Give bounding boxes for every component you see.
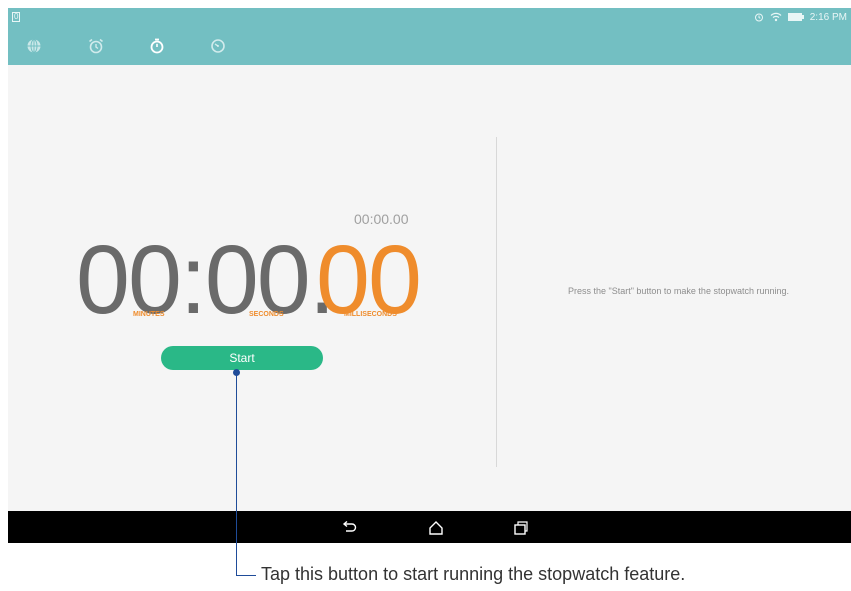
back-icon[interactable] (339, 519, 359, 537)
top-bar: 0 2:16 PM (8, 8, 851, 65)
wifi-icon (770, 12, 782, 22)
tablet-screen: 0 2:16 PM 00:00.00 00:00. 00 MINUTES SEC… (8, 8, 851, 543)
stopwatch-icon (148, 37, 166, 60)
tab-timer[interactable] (209, 36, 270, 60)
callout-text: Tap this button to start running the sto… (261, 564, 686, 584)
instruction-text: Press the "Start" button to make the sto… (567, 286, 789, 296)
tab-stopwatch[interactable] (148, 36, 209, 60)
stopwatch-panel: 00:00.00 00:00. 00 MINUTES SECONDS MILLI… (8, 65, 851, 511)
notification-badge: 0 (12, 12, 21, 22)
globe-icon (26, 38, 42, 59)
seconds-label: SECONDS (249, 311, 284, 318)
recent-apps-icon[interactable] (511, 519, 531, 537)
timer-icon (209, 37, 227, 60)
alarm-clock-icon (87, 37, 105, 60)
milliseconds-label: MILLISECONDS (344, 311, 397, 318)
tab-alarm[interactable] (87, 36, 148, 60)
panel-divider (496, 137, 497, 467)
clock-text: 2:16 PM (809, 11, 847, 23)
alarm-icon (754, 12, 764, 22)
battery-icon (787, 13, 804, 21)
tab-bar (26, 36, 270, 60)
start-button[interactable]: Start (161, 346, 323, 370)
callout-line-horizontal (236, 575, 256, 576)
status-bar: 2:16 PM (754, 10, 847, 24)
elapsed-time-ms: 00 (316, 225, 422, 334)
navigation-bar (8, 511, 851, 543)
tab-world-clock[interactable] (26, 36, 87, 60)
minutes-label: MINUTES (133, 311, 165, 318)
elapsed-time-main: 00:00. (76, 225, 336, 334)
callout-line (236, 372, 237, 576)
home-icon[interactable] (426, 519, 446, 537)
